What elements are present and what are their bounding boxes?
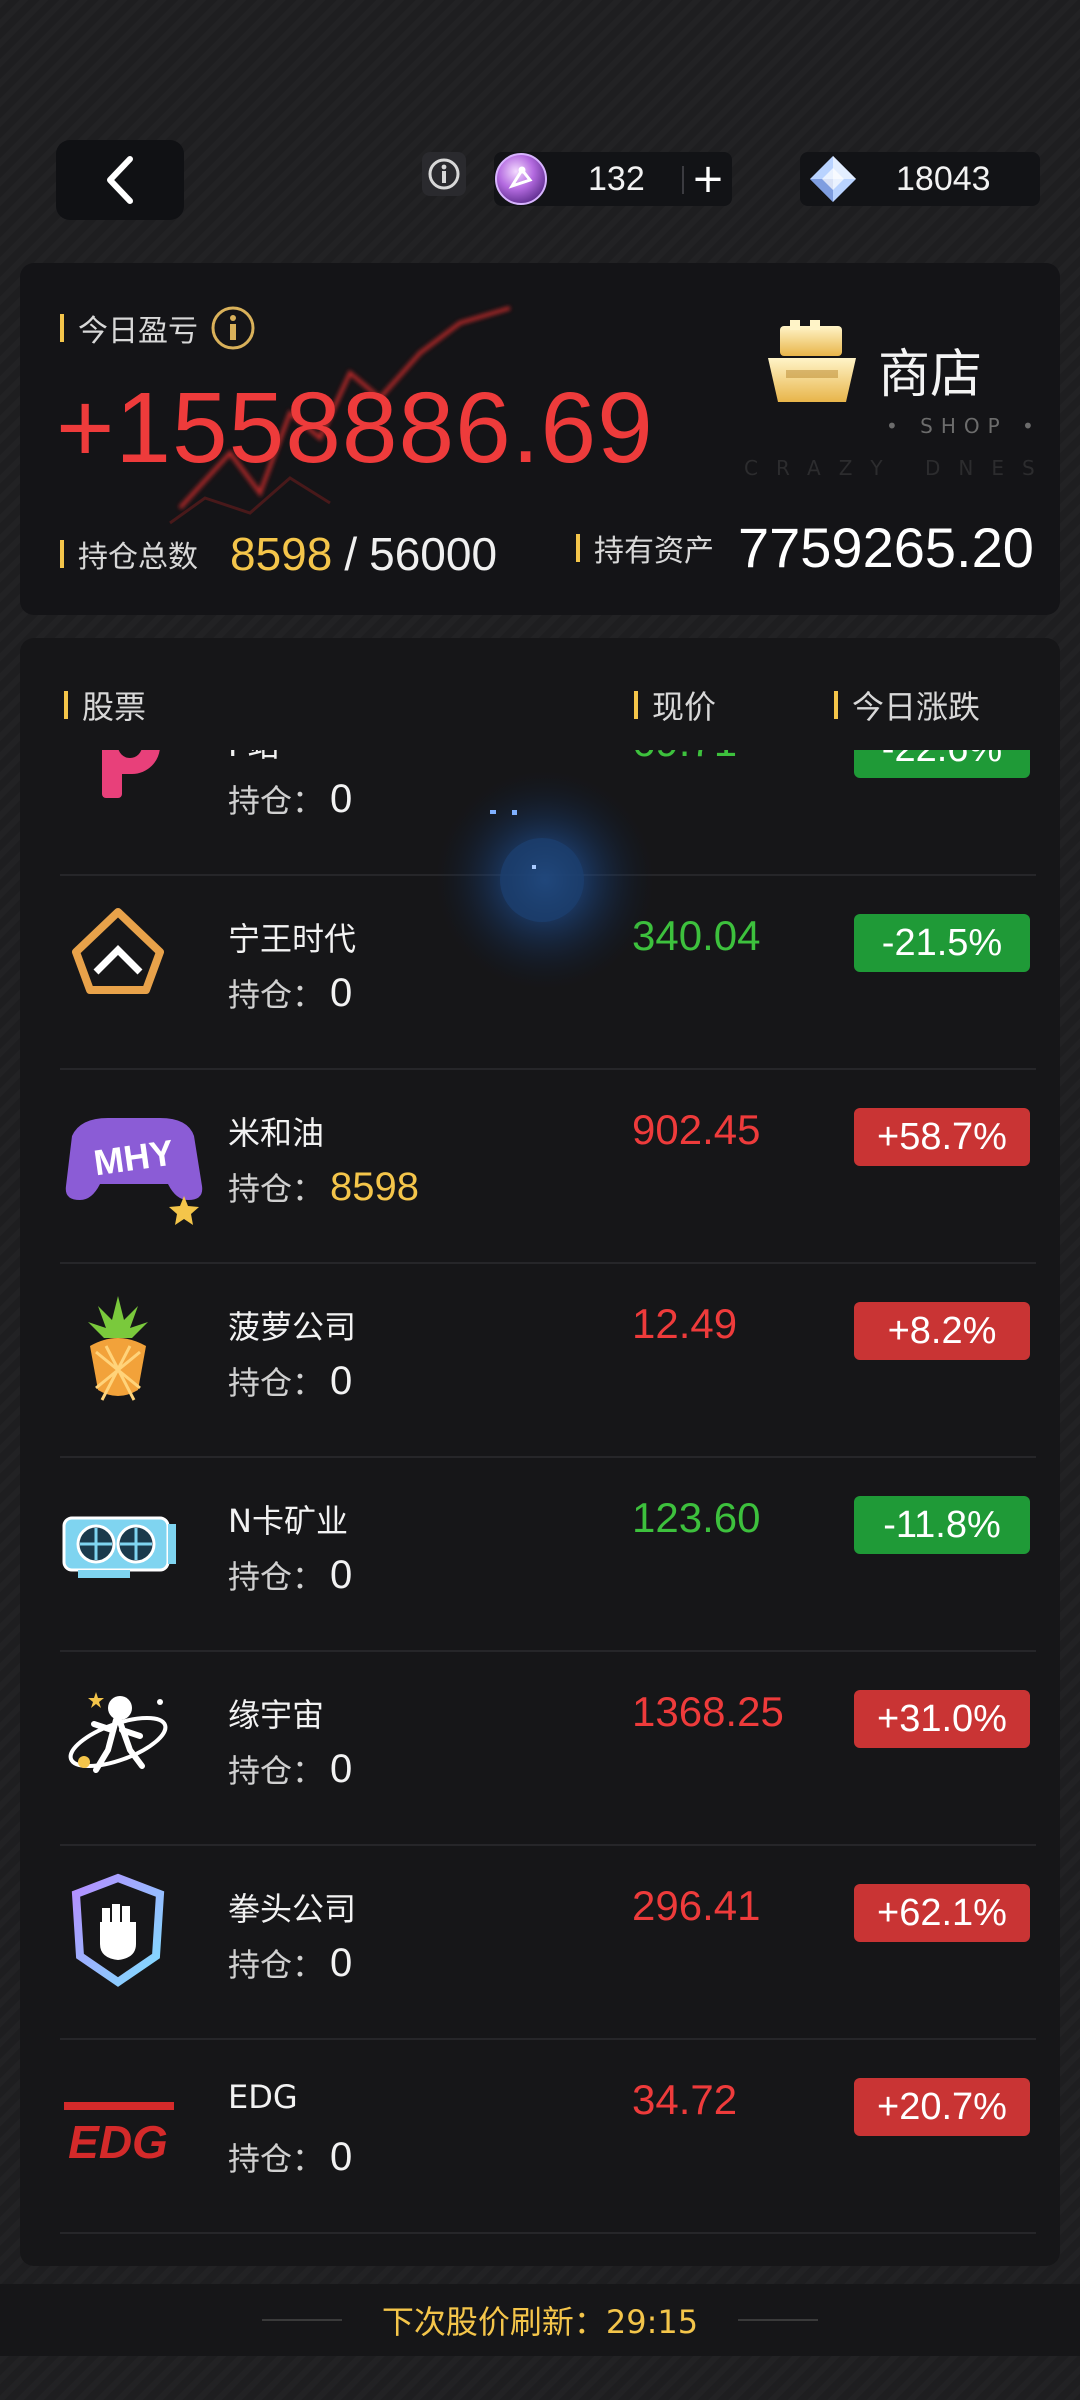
header-price: 现价 <box>634 682 716 728</box>
stock-row[interactable]: P站持仓：0 69.71 -22.6% <box>60 750 1036 876</box>
stock-price: 296.41 <box>632 1882 761 1929</box>
holding-value: 0 <box>330 1359 353 1403</box>
stock-holding: 持仓： 0 <box>228 1940 352 1986</box>
stock-name: 缘宇宙 <box>228 1696 325 1734</box>
stock-holding: 持仓： 0 <box>228 970 352 1016</box>
stock-list[interactable]: 股票 现价 今日涨跌 P站持仓：069.71-22.6%宁王时代持仓：0340.… <box>20 638 1060 2266</box>
holding-value: 0 <box>330 777 353 821</box>
stock-change-badge: +31.0% <box>854 1690 1030 1748</box>
holding-label: 持仓： <box>228 782 325 820</box>
holding-label: 持仓： <box>228 1946 325 1984</box>
edg-logo: EDG <box>60 2066 176 2182</box>
stock-row[interactable]: 宁王时代持仓： 0 340.04 -21.5% <box>60 874 1036 1070</box>
holding-value: 0 <box>330 1553 353 1597</box>
chevron-left-icon <box>107 156 133 204</box>
stock-rows[interactable]: P站持仓：069.71-22.6%宁王时代持仓：0340.04-21.5%MHY… <box>20 750 1060 2266</box>
refresh-countdown: 下次股价刷新：29:15 <box>381 2303 699 2341</box>
stock-name: EDG <box>228 2078 298 2116</box>
svg-text:EDG: EDG <box>68 2116 168 2168</box>
orb-currency: 132 + <box>494 152 732 206</box>
today-profit-value: +1558886.69 <box>56 372 654 484</box>
stock-holding: 持仓： 8598 <box>228 1164 419 1210</box>
profit-summary-card: 今日盈亏 +1558886.69 商店 • SHOP • CRAZY DNES <box>20 263 1060 615</box>
holding-label: 持仓： <box>228 2140 325 2178</box>
holding-label: 持仓： <box>228 976 325 1014</box>
back-button[interactable] <box>56 140 184 220</box>
astronaut-logo <box>60 1678 176 1794</box>
info-icon <box>428 158 460 190</box>
stock-price: 340.04 <box>632 912 761 959</box>
holding-label: 持仓： <box>228 1752 325 1790</box>
shop-cart-icon <box>768 320 856 402</box>
stock-row[interactable]: EDG EDG 持仓： 0 34.72 +20.7% <box>60 2038 1036 2234</box>
info-button[interactable] <box>422 152 466 196</box>
stock-price: 69.71 <box>632 750 737 766</box>
crystal-icon <box>806 154 860 208</box>
stock-row[interactable]: MHY 米和油持仓： 8598 902.45 +58.7% <box>60 1068 1036 1264</box>
stock-price: 1368.25 <box>632 1688 784 1735</box>
stock-name: N卡矿业 <box>228 1502 348 1540</box>
stock-holding: 持仓： 0 <box>228 1746 352 1792</box>
fist-shield-logo <box>60 1872 176 1988</box>
stock-change-badge: +58.7% <box>854 1108 1030 1166</box>
graphics-card-logo <box>60 1484 176 1600</box>
holding-label: 持仓： <box>228 1558 325 1596</box>
holding-value: 0 <box>330 2135 353 2179</box>
holding-value: 0 <box>330 1747 353 1791</box>
stock-row[interactable]: 拳头公司持仓： 0 296.41 +62.1% <box>60 1844 1036 2040</box>
stock-price: 123.60 <box>632 1494 761 1541</box>
pineapple-logo <box>60 1290 176 1406</box>
crown-logo <box>60 902 176 1018</box>
holding-value: 0 <box>330 1941 353 1985</box>
stock-holding: 持仓： 0 <box>228 1552 352 1598</box>
held-assets: 持有资产 7759265.20 <box>576 515 1034 580</box>
holding-count: 8598 <box>230 528 333 580</box>
stock-price: 34.72 <box>632 2076 738 2123</box>
stock-change-badge: +62.1% <box>854 1884 1030 1942</box>
stock-holding: 持仓： 0 <box>228 2134 352 2180</box>
header-change: 今日涨跌 <box>834 682 980 728</box>
orb-count: 132 <box>588 160 645 198</box>
stock-change-badge: -22.6% <box>854 750 1030 778</box>
info-circle-icon[interactable] <box>210 305 256 351</box>
stock-row[interactable]: 缘宇宙持仓： 0 1368.25 +31.0% <box>60 1650 1036 1846</box>
stock-holding: 持仓： 0 <box>228 1358 352 1404</box>
holding-max: 56000 <box>369 528 498 580</box>
shop-button[interactable]: 商店 • SHOP • CRAZY DNES <box>744 298 1060 480</box>
refresh-footer: 下次股价刷新：29:15 <box>0 2284 1080 2356</box>
holding-value: 0 <box>330 971 353 1015</box>
mhy-gamepad-logo: MHY <box>60 1096 203 1225</box>
stock-row[interactable]: N卡矿业持仓： 0 123.60 -11.8% <box>60 1456 1036 1652</box>
holding-label: 持仓： <box>228 1364 325 1402</box>
gem-currency: 18043 <box>800 152 1040 206</box>
gem-count: 18043 <box>896 160 991 198</box>
stock-price: 902.45 <box>632 1106 761 1153</box>
stock-name: 米和油 <box>228 1114 325 1152</box>
holding-label: 持仓： <box>228 1170 325 1208</box>
stock-row[interactable]: 菠萝公司持仓： 0 12.49 +8.2% <box>60 1262 1036 1458</box>
add-orb-button[interactable]: + <box>690 156 726 202</box>
header-stock: 股票 <box>64 682 146 728</box>
stock-name: 拳头公司 <box>228 1890 357 1928</box>
holding-total: 持仓总数 8598 / 56000 <box>60 527 497 581</box>
stock-price: 12.49 <box>632 1300 738 1347</box>
stock-name: P站 <box>228 750 279 766</box>
stock-name: 菠萝公司 <box>228 1308 357 1346</box>
stock-change-badge: +20.7% <box>854 2078 1030 2136</box>
today-profit-label: 今日盈亏 <box>60 305 256 351</box>
stock-change-badge: -11.8% <box>854 1496 1030 1554</box>
stock-change-badge: +8.2% <box>854 1302 1030 1360</box>
holding-value: 8598 <box>330 1165 419 1209</box>
stock-holding: 持仓： 0 <box>228 776 352 822</box>
stock-change-badge: -21.5% <box>854 914 1030 972</box>
p-site-logo <box>60 750 176 824</box>
assets-value: 7759265.20 <box>738 516 1034 579</box>
stock-name: 宁王时代 <box>228 920 357 958</box>
orb-icon <box>492 150 550 212</box>
